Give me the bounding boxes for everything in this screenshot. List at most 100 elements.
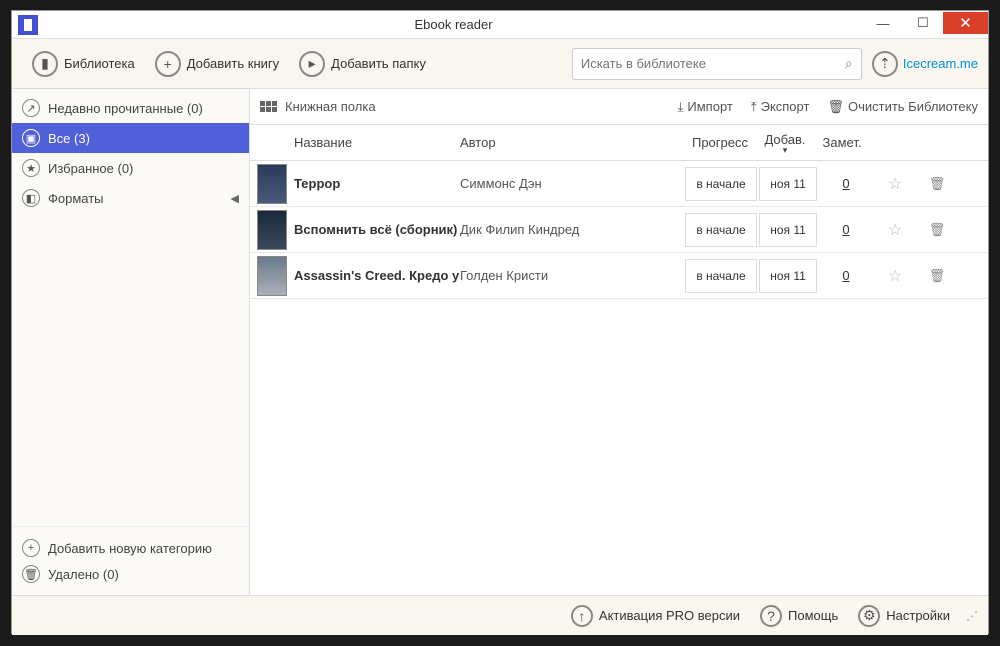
col-progress[interactable]: Прогресс xyxy=(684,135,756,150)
book-notes[interactable]: 0 xyxy=(818,268,874,283)
book-cover xyxy=(257,210,287,250)
grid-view-icon[interactable] xyxy=(260,101,277,112)
library-label: Библиотека xyxy=(64,56,135,71)
recent-icon: ↗ xyxy=(22,99,40,117)
book-cover xyxy=(257,256,287,296)
clear-label: Очистить Библиотеку xyxy=(848,99,978,114)
sidebar-item-label: Форматы xyxy=(48,191,104,206)
clear-library-button[interactable]: 🗑 Очистить Библиотеку xyxy=(827,99,978,115)
search-box[interactable]: ⌕ xyxy=(572,48,862,80)
download-icon: ⤓ xyxy=(678,99,684,115)
activate-label: Активация PRO версии xyxy=(599,608,740,623)
main-content: Книжная полка ⤓ Импорт ⤒ Экспорт 🗑 Очист… xyxy=(250,89,988,595)
book-date: ноя 11 xyxy=(759,213,817,247)
export-button[interactable]: ⤒ Экспорт xyxy=(751,99,810,115)
book-author: Голден Кристи xyxy=(460,268,684,283)
col-title[interactable]: Название xyxy=(294,135,460,150)
book-progress: в начале xyxy=(685,213,757,247)
star-icon: ★ xyxy=(22,159,40,177)
search-icon[interactable]: ⌕ xyxy=(845,55,853,72)
col-notes[interactable]: Замет. xyxy=(814,135,870,150)
book-progress: в начале xyxy=(685,167,757,201)
favorite-button[interactable]: ☆ xyxy=(874,266,916,286)
icecream-label: Icecream.me xyxy=(903,56,978,71)
formats-icon: ◧ xyxy=(22,189,40,207)
add-folder-button[interactable]: ▸ Добавить папку xyxy=(289,46,436,82)
table-header: Название Автор Прогресс Добав. ▾ Замет. xyxy=(250,125,988,161)
upload-icon: ⤒ xyxy=(751,99,757,115)
book-title: Вспомнить всё (сборник) xyxy=(294,222,460,237)
icecream-link[interactable]: ⇡ Icecream.me xyxy=(872,51,978,77)
main-toolbar: ▮ Библиотека + Добавить книгу ▸ Добавить… xyxy=(12,39,988,89)
sidebar-footer: + Добавить новую категорию 🗑 Удалено (0) xyxy=(12,526,249,595)
window-controls: — ☐ ✕ xyxy=(863,15,988,34)
favorite-button[interactable]: ☆ xyxy=(874,220,916,240)
table-row[interactable]: Assassin's Creed. Кредо убийцы Голден Кр… xyxy=(250,253,988,299)
folder-plus-icon: ▸ xyxy=(299,51,325,77)
resize-grip[interactable]: ⋰ xyxy=(962,609,982,623)
sidebar-item-label: Недавно прочитанные (0) xyxy=(48,101,203,116)
app-window: Ebook reader — ☐ ✕ ▮ Библиотека + Добави… xyxy=(11,10,989,634)
plus-icon: + xyxy=(155,51,181,77)
sidebar-list: ↗ Недавно прочитанные (0) ▣ Все (3) ★ Из… xyxy=(12,89,249,526)
book-author: Дик Филип Киндред xyxy=(460,222,684,237)
col-added[interactable]: Добав. ▾ xyxy=(756,132,814,154)
book-date: ноя 11 xyxy=(759,167,817,201)
plus-icon: + xyxy=(22,539,40,557)
sidebar: ↗ Недавно прочитанные (0) ▣ Все (3) ★ Из… xyxy=(12,89,250,595)
app-icon xyxy=(18,15,38,35)
statusbar: ↑ Активация PRO версии ? Помощь ⚙ Настро… xyxy=(12,595,988,635)
add-book-button[interactable]: + Добавить книгу xyxy=(145,46,289,82)
delete-button[interactable]: 🗑 xyxy=(916,222,958,238)
close-button[interactable]: ✕ xyxy=(943,12,988,34)
help-label: Помощь xyxy=(788,608,838,623)
sidebar-item-formats[interactable]: ◧ Форматы ◀ xyxy=(12,183,249,213)
activate-pro-button[interactable]: ↑ Активация PRO версии xyxy=(563,600,748,632)
sidebar-item-deleted[interactable]: 🗑 Удалено (0) xyxy=(22,561,239,587)
col-author[interactable]: Автор xyxy=(460,135,684,150)
sidebar-item-label: Все (3) xyxy=(48,131,90,146)
import-label: Импорт xyxy=(687,99,732,114)
add-book-label: Добавить книгу xyxy=(187,56,279,71)
minimize-button[interactable]: — xyxy=(863,12,903,34)
gear-icon: ⚙ xyxy=(858,605,880,627)
settings-label: Настройки xyxy=(886,608,950,623)
sidebar-item-favorites[interactable]: ★ Избранное (0) xyxy=(12,153,249,183)
book-notes[interactable]: 0 xyxy=(818,176,874,191)
book-title: Assassin's Creed. Кредо убийцы xyxy=(294,268,460,283)
deleted-label: Удалено (0) xyxy=(48,567,119,582)
titlebar: Ebook reader — ☐ ✕ xyxy=(12,11,988,39)
shelf-toolbar: Книжная полка ⤓ Импорт ⤒ Экспорт 🗑 Очист… xyxy=(250,89,988,125)
book-icon: ▮ xyxy=(32,51,58,77)
delete-button[interactable]: 🗑 xyxy=(916,268,958,284)
library-button[interactable]: ▮ Библиотека xyxy=(22,46,145,82)
add-folder-label: Добавить папку xyxy=(331,56,426,71)
search-input[interactable] xyxy=(581,56,845,71)
import-button[interactable]: ⤓ Импорт xyxy=(678,99,733,115)
trash-icon: 🗑 xyxy=(22,565,40,583)
export-label: Экспорт xyxy=(761,99,810,114)
table-row[interactable]: Вспомнить всё (сборник) Дик Филип Киндре… xyxy=(250,207,988,253)
book-date: ноя 11 xyxy=(759,259,817,293)
window-title: Ebook reader xyxy=(44,17,863,32)
add-category-button[interactable]: + Добавить новую категорию xyxy=(22,535,239,561)
icecream-icon: ⇡ xyxy=(872,51,898,77)
settings-button[interactable]: ⚙ Настройки xyxy=(850,600,958,632)
book-title: Террор xyxy=(294,176,460,191)
maximize-button[interactable]: ☐ xyxy=(903,12,943,34)
shelf-label: Книжная полка xyxy=(285,99,376,114)
sidebar-item-recent[interactable]: ↗ Недавно прочитанные (0) xyxy=(12,93,249,123)
book-cover xyxy=(257,164,287,204)
delete-button[interactable]: 🗑 xyxy=(916,176,958,192)
chevron-left-icon: ◀ xyxy=(231,192,239,205)
table-row[interactable]: Террор Симмонс Дэн в начале ноя 11 0 ☆ 🗑 xyxy=(250,161,988,207)
add-category-label: Добавить новую категорию xyxy=(48,541,212,556)
trash-icon: 🗑 xyxy=(827,99,844,115)
help-button[interactable]: ? Помощь xyxy=(752,600,846,632)
sidebar-item-label: Избранное (0) xyxy=(48,161,133,176)
book-notes[interactable]: 0 xyxy=(818,222,874,237)
help-icon: ? xyxy=(760,605,782,627)
sort-desc-icon: ▾ xyxy=(756,147,814,154)
sidebar-item-all[interactable]: ▣ Все (3) xyxy=(12,123,249,153)
favorite-button[interactable]: ☆ xyxy=(874,174,916,194)
